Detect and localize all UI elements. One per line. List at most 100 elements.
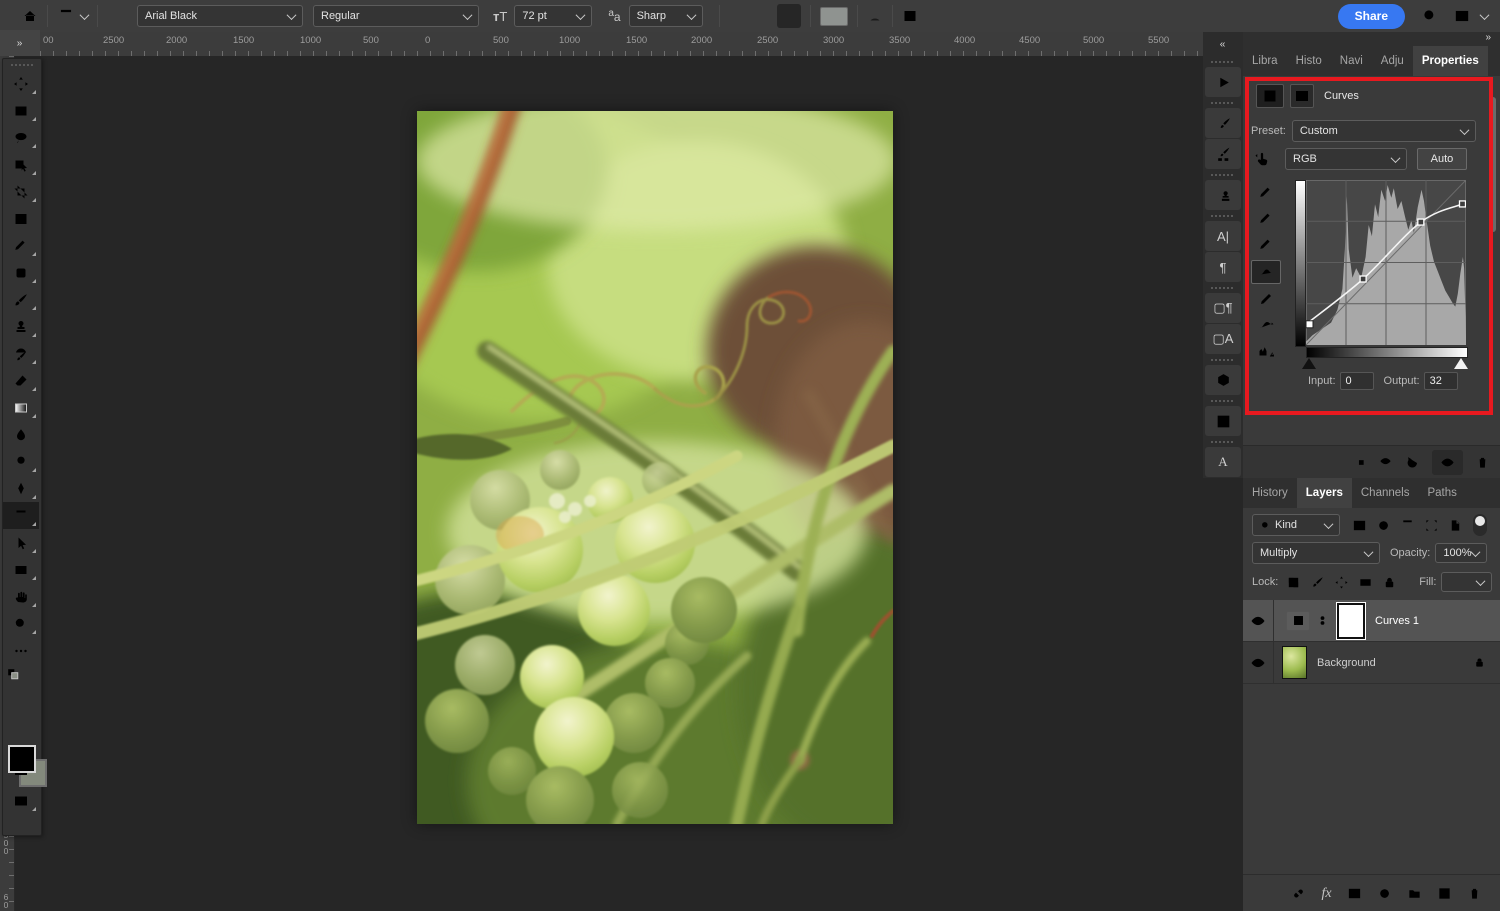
canvas-photo[interactable] bbox=[417, 111, 893, 824]
more-tools[interactable] bbox=[3, 637, 39, 664]
auto-button[interactable]: Auto bbox=[1417, 148, 1467, 170]
layer-mask-thumbnail[interactable] bbox=[1337, 603, 1365, 639]
object-selection-tool[interactable] bbox=[3, 151, 39, 178]
curve-point[interactable] bbox=[1460, 201, 1466, 207]
lock-all-icon[interactable] bbox=[1382, 575, 1397, 590]
dock-grip[interactable] bbox=[1211, 172, 1235, 178]
clone-source-panel[interactable] bbox=[1205, 180, 1241, 210]
panel-scrollbar[interactable] bbox=[1490, 97, 1496, 232]
text-color-swatch[interactable] bbox=[820, 7, 848, 26]
dock-grip[interactable] bbox=[1211, 213, 1235, 219]
brush-settings-panel[interactable] bbox=[1205, 108, 1241, 138]
expand-panels-button[interactable]: « bbox=[1203, 32, 1243, 56]
dock-grip[interactable] bbox=[1211, 100, 1235, 106]
view-previous-state-button[interactable] bbox=[1378, 455, 1393, 470]
new-group-button[interactable] bbox=[1407, 886, 1422, 901]
layer-row-curves[interactable]: Curves 1 bbox=[1243, 600, 1500, 642]
zoom-tool[interactable] bbox=[3, 610, 39, 637]
character-styles-panel[interactable]: ▢A bbox=[1205, 324, 1241, 354]
fill-field[interactable] bbox=[1441, 572, 1492, 592]
smooth-curve-button[interactable] bbox=[1252, 314, 1280, 336]
filter-toggle-switch[interactable] bbox=[1473, 514, 1487, 536]
targeted-adjustment-icon[interactable] bbox=[1253, 150, 1271, 168]
input-value-field[interactable]: 0 bbox=[1340, 372, 1374, 390]
curves-graph[interactable] bbox=[1306, 180, 1466, 345]
actions-panel[interactable] bbox=[1205, 67, 1241, 97]
text-orientation-button[interactable] bbox=[107, 8, 123, 24]
draw-curve-pencil[interactable] bbox=[1252, 288, 1280, 310]
gray-point-eyedropper[interactable] bbox=[1252, 208, 1280, 230]
black-point-eyedropper[interactable] bbox=[1252, 182, 1280, 204]
frame-tool[interactable] bbox=[3, 205, 39, 232]
font-family-select[interactable]: Arial Black bbox=[137, 5, 303, 27]
foreground-color-swatch[interactable] bbox=[8, 745, 36, 773]
crop-tool[interactable] bbox=[3, 178, 39, 205]
brushes-panel[interactable] bbox=[1205, 139, 1241, 169]
lasso-tool[interactable] bbox=[3, 124, 39, 151]
3d-panel[interactable] bbox=[1205, 365, 1241, 395]
collapse-panels-button[interactable]: » bbox=[1485, 32, 1492, 43]
histogram-warning[interactable] bbox=[1252, 340, 1280, 362]
tab-adju[interactable]: Adju bbox=[1372, 46, 1413, 76]
share-button[interactable]: Share bbox=[1338, 4, 1405, 29]
tab-history[interactable]: History bbox=[1243, 478, 1297, 508]
tab-layers[interactable]: Layers bbox=[1297, 478, 1352, 508]
preset-select[interactable]: Custom bbox=[1292, 120, 1476, 142]
lock-transparency-icon[interactable] bbox=[1286, 575, 1301, 590]
lock-position-icon[interactable] bbox=[1334, 575, 1349, 590]
layer-style-button[interactable]: fx bbox=[1321, 886, 1331, 902]
white-point-eyedropper[interactable] bbox=[1252, 234, 1280, 256]
link-layers-button[interactable] bbox=[1291, 886, 1306, 901]
glyphs-panel[interactable]: A bbox=[1205, 447, 1241, 477]
clip-to-layer-button[interactable] bbox=[1351, 455, 1366, 470]
dock-grip[interactable] bbox=[1211, 357, 1235, 363]
patterns-panel[interactable] bbox=[1205, 406, 1241, 436]
chevron-down-icon[interactable] bbox=[1480, 10, 1490, 20]
move-tool[interactable] bbox=[3, 70, 39, 97]
layer-thumbnail[interactable] bbox=[1282, 646, 1307, 679]
eraser-tool[interactable] bbox=[3, 367, 39, 394]
character-panel[interactable]: A| bbox=[1205, 221, 1241, 251]
edit-points-tool[interactable] bbox=[1251, 260, 1281, 284]
curves-thumbnail-icon[interactable] bbox=[1286, 611, 1310, 631]
tab-paths[interactable]: Paths bbox=[1418, 478, 1465, 508]
anti-alias-select[interactable]: Sharp bbox=[629, 5, 703, 27]
blur-tool[interactable] bbox=[3, 421, 39, 448]
layer-visibility-toggle[interactable] bbox=[1243, 642, 1274, 683]
pen-tool[interactable] bbox=[3, 475, 39, 502]
hand-tool[interactable] bbox=[3, 583, 39, 610]
dock-grip[interactable] bbox=[1211, 285, 1235, 291]
tab-histo[interactable]: Histo bbox=[1287, 46, 1331, 76]
search-icon[interactable] bbox=[1421, 7, 1439, 25]
toggle-visibility-button[interactable] bbox=[1432, 450, 1463, 475]
layer-mask-icon[interactable] bbox=[1290, 84, 1314, 108]
lock-artboard-icon[interactable] bbox=[1358, 575, 1373, 590]
layer-row-background[interactable]: Background bbox=[1243, 642, 1500, 684]
dock-grip[interactable] bbox=[1211, 439, 1235, 445]
history-brush-tool[interactable] bbox=[3, 340, 39, 367]
tab-libra[interactable]: Libra bbox=[1243, 46, 1287, 76]
type-tool[interactable] bbox=[3, 502, 39, 529]
gradient-tool[interactable] bbox=[3, 394, 39, 421]
dock-grip[interactable] bbox=[1211, 59, 1235, 65]
canvas-workspace[interactable]: 5 0 0 05 5 0 06 0 bbox=[0, 56, 1203, 911]
toggle-panels-button[interactable] bbox=[902, 8, 918, 24]
new-layer-button[interactable] bbox=[1437, 886, 1452, 901]
eyedropper-tool[interactable] bbox=[3, 232, 39, 259]
paragraph-styles-panel[interactable]: ▢¶ bbox=[1205, 293, 1241, 323]
workspace-icon[interactable] bbox=[1453, 7, 1471, 25]
add-mask-button[interactable] bbox=[1347, 886, 1362, 901]
output-value-field[interactable]: 32 bbox=[1424, 372, 1458, 390]
ruler-collapse-button[interactable]: » bbox=[0, 30, 40, 56]
layer-name[interactable]: Curves 1 bbox=[1375, 615, 1419, 627]
font-size-select[interactable]: 72 pt bbox=[514, 5, 592, 27]
tab-channels[interactable]: Channels bbox=[1352, 478, 1419, 508]
filter-adjustment-icon[interactable] bbox=[1376, 518, 1391, 533]
layer-visibility-toggle[interactable] bbox=[1243, 600, 1274, 641]
warp-text-button[interactable] bbox=[867, 8, 883, 24]
white-input-slider[interactable] bbox=[1454, 358, 1468, 369]
lock-pixels-icon[interactable] bbox=[1310, 575, 1325, 590]
default-and-swap-colors[interactable] bbox=[3, 664, 41, 684]
filter-smart-object-icon[interactable] bbox=[1448, 518, 1463, 533]
dock-grip[interactable] bbox=[1211, 398, 1235, 404]
